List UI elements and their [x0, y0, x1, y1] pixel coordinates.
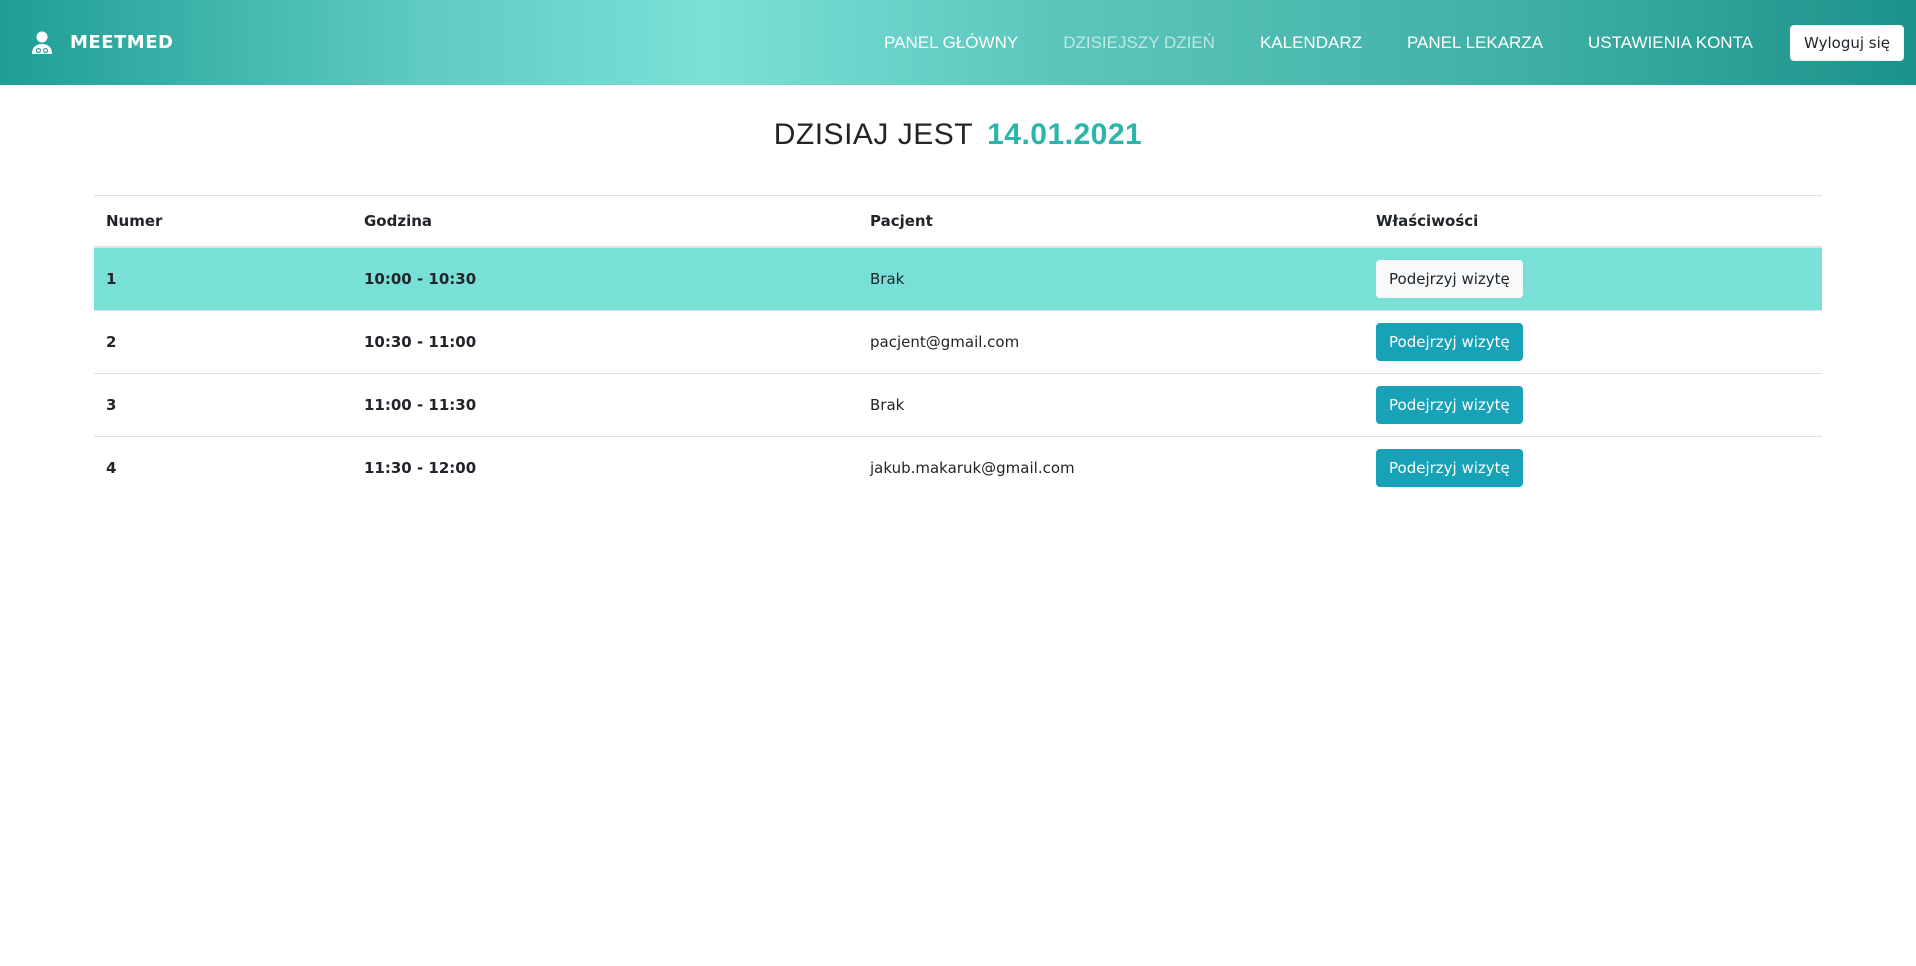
- appointments-table-container: Numer Godzina Pacjent Właściwości 1 10:0…: [94, 195, 1822, 499]
- top-navbar: MEETMED PANEL GŁÓWNY DZISIEJSZY DZIEŃ KA…: [0, 0, 1916, 85]
- view-visit-button[interactable]: Podejrzyj wizytę: [1376, 386, 1523, 424]
- row-patient: pacjent@gmail.com: [858, 310, 1364, 374]
- row-actions: Podejrzyj wizytę: [1364, 373, 1822, 437]
- header-numer: Numer: [94, 195, 352, 248]
- page-title-prefix: DZISIAJ JEST: [773, 118, 974, 151]
- logout-button[interactable]: Wyloguj się: [1790, 24, 1904, 61]
- page-title: DZISIAJ JEST 14.01.2021: [0, 118, 1916, 152]
- table-row: 1 10:00 - 10:30 Brak Podejrzyj wizytę: [94, 247, 1822, 311]
- header-pacjent: Pacjent: [858, 195, 1364, 248]
- table-row: 3 11:00 - 11:30 Brak Podejrzyj wizytę: [94, 373, 1822, 437]
- row-time: 11:30 - 12:00: [364, 459, 477, 477]
- header-wlasciwosci: Właściwości: [1364, 195, 1822, 248]
- table-row: 2 10:30 - 11:00 pacjent@gmail.com Podejr…: [94, 310, 1822, 374]
- header-godzina: Godzina: [352, 195, 858, 248]
- table-header-row: Numer Godzina Pacjent Właściwości: [94, 195, 1822, 248]
- nav-item-kalendarz[interactable]: KALENDARZ: [1260, 33, 1362, 53]
- row-time: 10:00 - 10:30: [352, 247, 858, 311]
- nav-item-panel-glowny[interactable]: PANEL GŁÓWNY: [884, 33, 1018, 53]
- view-visit-button[interactable]: Podejrzyj wizytę: [1376, 260, 1523, 298]
- brand[interactable]: MEETMED: [31, 0, 173, 85]
- row-number: 4: [106, 459, 117, 477]
- row-actions: Podejrzyj wizytę: [1364, 310, 1822, 374]
- brand-name: MEETMED: [70, 32, 174, 53]
- row-patient: Brak: [858, 373, 1364, 437]
- nav-links: PANEL GŁÓWNY DZISIEJSZY DZIEŃ KALENDARZ …: [884, 0, 1916, 85]
- row-time: 11:00 - 11:30: [352, 373, 858, 437]
- appointments-table: Numer Godzina Pacjent Właściwości 1 10:0…: [94, 195, 1822, 499]
- doctor-user-icon: [32, 31, 52, 54]
- nav-item-dzisiejszy-dzien[interactable]: DZISIEJSZY DZIEŃ: [1063, 33, 1215, 53]
- nav-item-ustawienia-konta[interactable]: USTAWIENIA KONTA: [1588, 33, 1753, 53]
- row-number: 1: [94, 247, 352, 311]
- row-actions: Podejrzyj wizytę: [1364, 247, 1822, 311]
- row-actions: Podejrzyj wizytę: [1364, 437, 1822, 500]
- current-date: 14.01.2021: [987, 118, 1143, 151]
- table-row: 4 11:30 - 12:00 jakub.makaruk@gmail.com …: [94, 437, 1822, 500]
- row-patient: Brak: [858, 247, 1364, 311]
- view-visit-button[interactable]: Podejrzyj wizytę: [1376, 323, 1523, 361]
- row-time: 10:30 - 11:00: [352, 310, 858, 374]
- row-number: 3: [94, 373, 352, 437]
- row-patient: jakub.makaruk@gmail.com: [870, 459, 1075, 477]
- view-visit-button[interactable]: Podejrzyj wizytę: [1376, 449, 1523, 487]
- row-number: 2: [94, 310, 352, 374]
- nav-item-panel-lekarza[interactable]: PANEL LEKARZA: [1407, 33, 1543, 53]
